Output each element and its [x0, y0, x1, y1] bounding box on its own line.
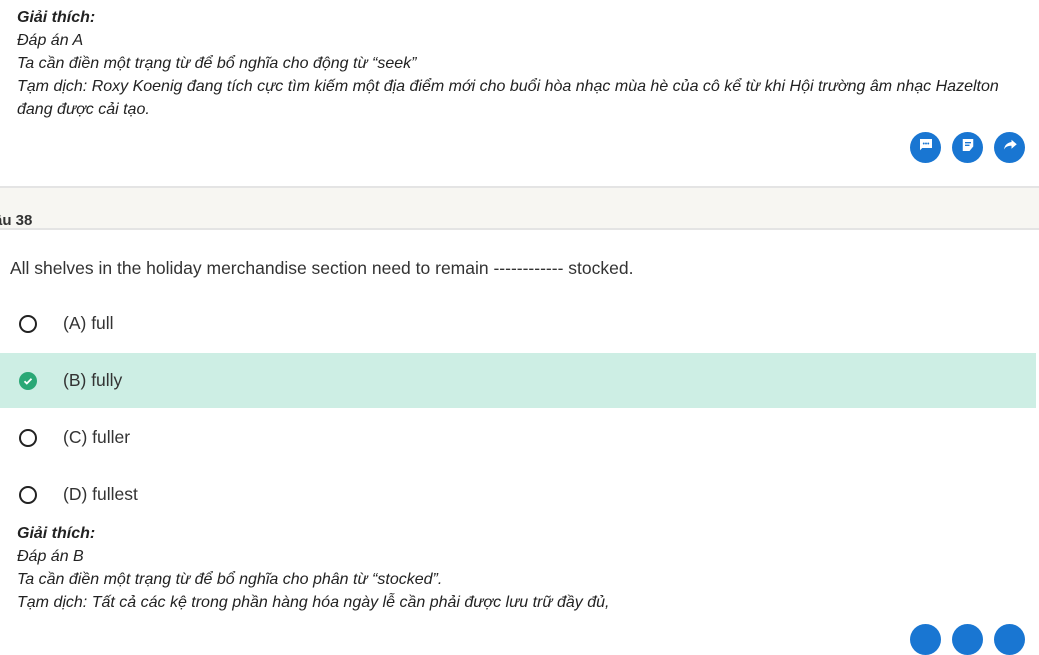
explanation-answer: Đáp án A [17, 32, 84, 49]
comment-button[interactable] [910, 624, 941, 655]
explanation-answer: Đáp án B [17, 548, 84, 565]
comment-icon [917, 136, 935, 159]
share-icon [1001, 136, 1019, 159]
note-button[interactable] [952, 624, 983, 655]
option-d[interactable]: (D) fullest [0, 467, 1036, 522]
explanation-bottom: Giải thích: Đáp án B Ta cần điền một trạ… [17, 522, 1027, 614]
explanation-top: Giải thích: Đáp án A Ta cần điền một trạ… [17, 6, 1027, 121]
explanation-line: Ta cần điền một trạng từ để bổ nghĩa cho… [17, 55, 417, 72]
explanation-title: Giải thích: [17, 9, 96, 26]
question-number: âu 38 [0, 212, 33, 229]
share-button[interactable] [994, 132, 1025, 163]
explanation-translation: Tạm dịch: Roxy Koenig đang tích cực tìm … [17, 78, 999, 118]
option-label: (A) full [63, 313, 114, 333]
explanation-line: Ta cần điền một trạng từ để bổ nghĩa cho… [17, 571, 443, 588]
share-button[interactable] [994, 624, 1025, 655]
radio-unchecked-icon[interactable] [19, 314, 37, 333]
question-header-band [0, 186, 1039, 230]
note-icon [959, 136, 977, 159]
question-text: All shelves in the holiday merchandise s… [10, 258, 634, 278]
option-label: (B) fully [63, 370, 123, 390]
option-c[interactable]: (C) fuller [0, 410, 1036, 465]
action-bar [910, 132, 1025, 163]
radio-unchecked-icon[interactable] [19, 485, 37, 504]
explanation-title: Giải thích: [17, 525, 96, 542]
action-bar-bottom [910, 624, 1025, 655]
option-b[interactable]: (B) fully [0, 353, 1036, 408]
radio-unchecked-icon[interactable] [19, 428, 37, 447]
check-circle-icon[interactable] [19, 371, 37, 390]
note-button[interactable] [952, 132, 983, 163]
comment-button[interactable] [910, 132, 941, 163]
option-a[interactable]: (A) full [0, 296, 1036, 351]
option-label: (C) fuller [63, 427, 131, 447]
option-label: (D) fullest [63, 484, 138, 504]
explanation-translation: Tạm dịch: Tất cả các kệ trong phần hàng … [17, 594, 610, 611]
